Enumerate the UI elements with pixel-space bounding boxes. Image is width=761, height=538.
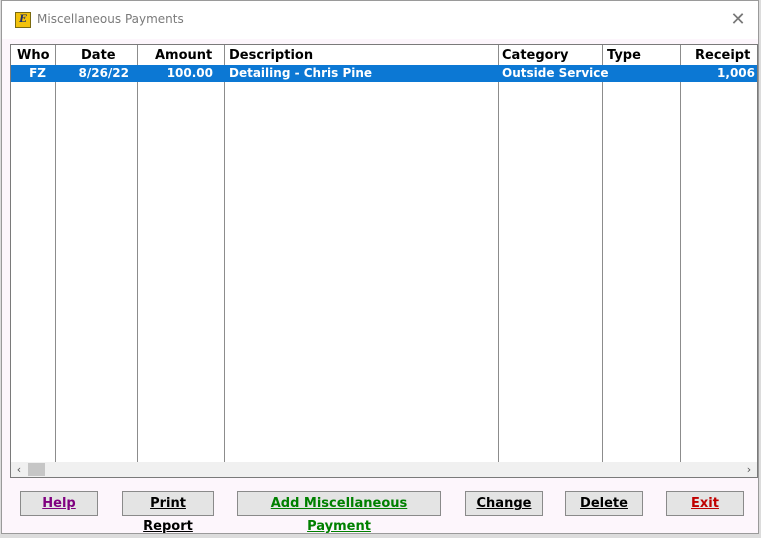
cell-description: Detailing - Chris Pine xyxy=(229,66,373,80)
column-divider[interactable] xyxy=(680,45,681,462)
app-logo-icon: E xyxy=(15,12,31,28)
delete-button[interactable]: Delete xyxy=(565,491,643,516)
scroll-left-icon[interactable]: ‹ xyxy=(11,462,27,477)
column-divider[interactable] xyxy=(137,45,138,462)
add-miscellaneous-payment-button[interactable]: Add Miscellaneous Payment xyxy=(237,491,441,534)
print-report-button[interactable]: Print Report xyxy=(122,491,214,534)
column-header-category[interactable]: Category xyxy=(502,47,568,65)
column-header-type[interactable]: Type xyxy=(607,47,641,65)
scroll-right-icon[interactable]: › xyxy=(741,462,757,477)
scrollbar-thumb[interactable] xyxy=(28,463,45,476)
column-header-receipt[interactable]: Receipt xyxy=(695,47,750,65)
cell-category: Outside Service xyxy=(502,66,609,80)
column-header-description[interactable]: Description xyxy=(229,47,313,65)
cell-who: FZ xyxy=(29,66,46,80)
exit-button[interactable]: Exit xyxy=(666,491,744,516)
column-header-who[interactable]: Who xyxy=(17,47,50,65)
cell-receipt: 1,006 xyxy=(717,66,755,80)
column-divider[interactable] xyxy=(224,45,225,462)
change-button[interactable]: Change xyxy=(465,491,543,516)
column-header-date[interactable]: Date xyxy=(81,47,116,65)
misc-payments-window: E Miscellaneous Payments ✕ Who Date Amou… xyxy=(1,0,759,534)
payments-table[interactable]: Who Date Amount Description Category Typ… xyxy=(10,44,758,478)
column-divider[interactable] xyxy=(55,45,56,462)
help-button[interactable]: Help xyxy=(20,491,98,516)
cell-amount: 100.00 xyxy=(166,66,213,80)
horizontal-scrollbar[interactable]: ‹ › xyxy=(11,462,757,477)
title-bar: E Miscellaneous Payments ✕ xyxy=(2,1,758,39)
column-divider[interactable] xyxy=(498,45,499,462)
column-header-amount[interactable]: Amount xyxy=(155,47,212,65)
cell-date: 8/26/22 xyxy=(78,66,129,80)
window-title: Miscellaneous Payments xyxy=(37,12,184,26)
close-icon[interactable]: ✕ xyxy=(724,7,752,33)
column-divider[interactable] xyxy=(602,45,603,462)
